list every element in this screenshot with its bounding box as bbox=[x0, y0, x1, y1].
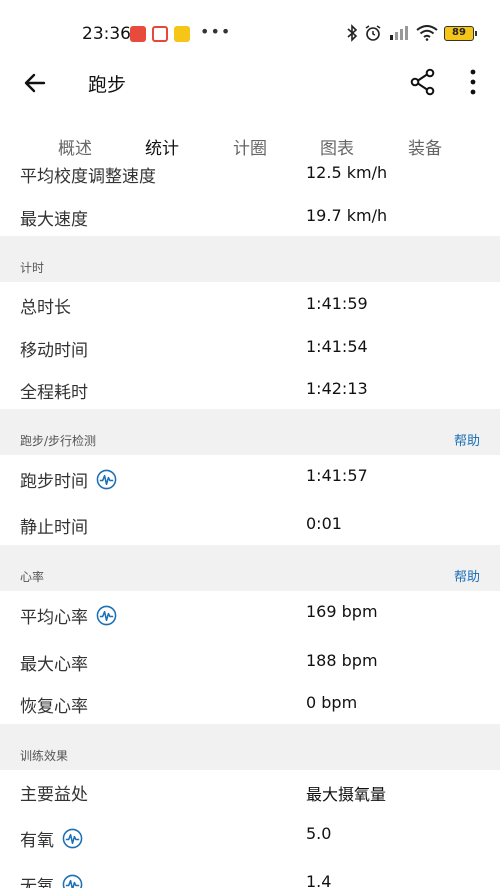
stat-label-with-icon: 平均心率 bbox=[20, 603, 117, 628]
section-title: 跑步/步行检测 bbox=[20, 434, 97, 448]
app-notification-icon bbox=[152, 26, 168, 42]
stat-label: 无氧 bbox=[20, 877, 54, 888]
heart-rate-source-icon[interactable] bbox=[96, 605, 117, 626]
stat-label: 有氧 bbox=[20, 831, 54, 851]
stat-value: 12.5 km/h bbox=[306, 163, 388, 182]
bluetooth-icon bbox=[347, 24, 358, 42]
stat-row-recovery-heart-rate: 恢复心率 0 bpm bbox=[0, 682, 500, 724]
tab-overview[interactable]: 概述 bbox=[58, 134, 92, 159]
stat-label: 主要益处 bbox=[20, 785, 88, 805]
heart-rate-source-icon[interactable] bbox=[62, 828, 83, 849]
tab-gear[interactable]: 装备 bbox=[408, 134, 442, 159]
section-header-training-effect: 训练效果 bbox=[0, 724, 500, 770]
stat-value: 1.4 bbox=[306, 872, 332, 888]
stat-value: 1:41:59 bbox=[306, 294, 368, 313]
stat-label: 最大速度 bbox=[20, 210, 88, 230]
signal-icon bbox=[390, 26, 408, 40]
stat-row-run-time: 跑步时间 1:41:57 bbox=[0, 455, 500, 501]
stat-label-with-icon: 跑步时间 bbox=[20, 467, 117, 492]
stat-label: 移动时间 bbox=[20, 341, 88, 361]
section-title: 计时 bbox=[20, 261, 45, 275]
stat-row-total-time: 总时长 1:41:59 bbox=[0, 282, 500, 325]
stat-row-moving-time: 移动时间 1:41:54 bbox=[0, 325, 500, 368]
stat-label: 平均心率 bbox=[20, 608, 88, 628]
stat-row-avg-heart-rate: 平均心率 169 bpm bbox=[0, 591, 500, 638]
stat-row-grade-adjusted-speed: 平均校度调整速度 12.5 km/h bbox=[0, 160, 500, 195]
stat-value: 0:01 bbox=[306, 514, 342, 533]
tab-statistics[interactable]: 统计 bbox=[145, 134, 179, 159]
heart-rate-source-icon[interactable] bbox=[62, 874, 83, 888]
tab-charts[interactable]: 图表 bbox=[320, 134, 354, 159]
help-link[interactable]: 帮助 bbox=[454, 430, 480, 449]
stat-row-max-speed: 最大速度 19.7 km/h bbox=[0, 195, 500, 236]
status-bar: 23:36 ••• 89 bbox=[0, 0, 500, 62]
stat-value: 5.0 bbox=[306, 824, 332, 843]
share-icon[interactable] bbox=[408, 67, 438, 97]
stat-label: 平均校度调整速度 bbox=[20, 167, 156, 187]
back-arrow-icon[interactable] bbox=[20, 68, 50, 98]
stat-label: 静止时间 bbox=[20, 518, 88, 538]
stat-value: 0 bpm bbox=[306, 693, 358, 712]
section-header-timing: 计时 bbox=[0, 236, 500, 282]
section-header-run-walk: 跑步/步行检测 帮助 bbox=[0, 409, 500, 455]
help-link[interactable]: 帮助 bbox=[454, 566, 480, 585]
stat-row-idle-time: 静止时间 0:01 bbox=[0, 501, 500, 545]
status-icons: 89 bbox=[346, 24, 477, 42]
section-header-heart-rate: 心率 帮助 bbox=[0, 545, 500, 591]
stat-value: 19.7 km/h bbox=[306, 206, 388, 225]
stat-label: 恢复心率 bbox=[20, 697, 88, 717]
stat-label: 全程耗时 bbox=[20, 383, 88, 403]
alarm-icon bbox=[365, 25, 381, 41]
tab-laps[interactable]: 计圈 bbox=[233, 134, 267, 159]
stat-value: 169 bpm bbox=[306, 602, 378, 621]
stat-row-max-heart-rate: 最大心率 188 bpm bbox=[0, 638, 500, 682]
stat-value: 1:42:13 bbox=[306, 379, 368, 398]
stat-value: 1:41:57 bbox=[306, 466, 368, 485]
stat-label: 跑步时间 bbox=[20, 472, 88, 492]
stat-value: 188 bpm bbox=[306, 651, 378, 670]
stat-label-with-icon: 无氧 bbox=[20, 872, 83, 888]
more-notifications-icon: ••• bbox=[200, 22, 232, 41]
status-time: 23:36 bbox=[82, 24, 131, 44]
stat-value: 1:41:54 bbox=[306, 337, 368, 356]
stat-row-aerobic: 有氧 5.0 bbox=[0, 814, 500, 860]
heart-rate-source-icon[interactable] bbox=[96, 469, 117, 490]
section-title: 心率 bbox=[20, 570, 45, 584]
app-notification-icon bbox=[130, 26, 146, 42]
stat-label: 总时长 bbox=[20, 298, 71, 318]
page-title: 跑步 bbox=[88, 74, 127, 96]
section-title: 训练效果 bbox=[20, 749, 69, 763]
stat-row-anaerobic: 无氧 1.4 bbox=[0, 860, 500, 888]
stat-label: 最大心率 bbox=[20, 655, 88, 675]
more-options-icon[interactable] bbox=[458, 67, 488, 97]
stat-row-primary-benefit: 主要益处 最大摄氧量 bbox=[0, 770, 500, 814]
app-bar: 跑步 bbox=[0, 62, 500, 102]
battery-icon: 89 bbox=[444, 25, 477, 41]
stat-value: 最大摄氧量 bbox=[306, 785, 387, 804]
stat-label-with-icon: 有氧 bbox=[20, 826, 83, 851]
app-notification-icon bbox=[174, 26, 190, 42]
wifi-icon bbox=[416, 25, 438, 41]
stats-list[interactable]: 平均校度调整速度 12.5 km/h 最大速度 19.7 km/h 计时 总时长… bbox=[0, 160, 500, 888]
stat-row-elapsed-time: 全程耗时 1:42:13 bbox=[0, 368, 500, 409]
